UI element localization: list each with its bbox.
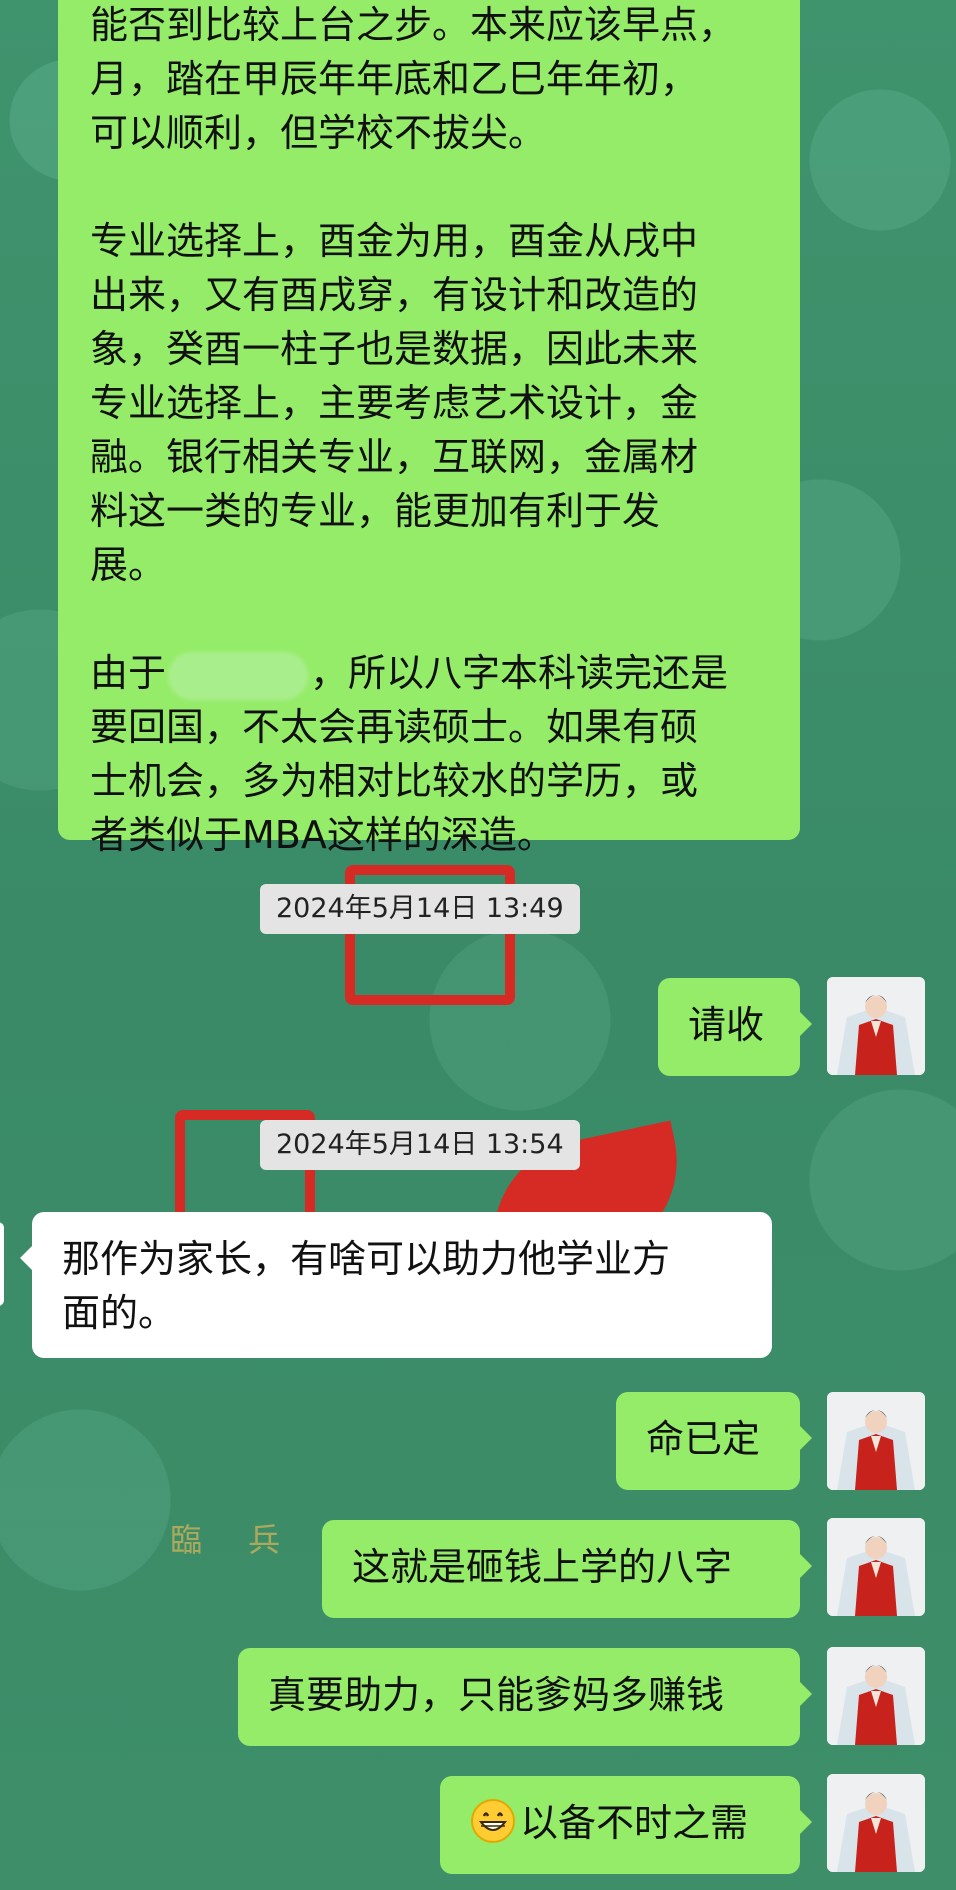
avatar[interactable] [827,1392,925,1490]
avatar[interactable] [827,1518,925,1616]
avatar-woman-icon [827,1774,925,1872]
message-text: 命已定 [646,1417,761,1461]
message-bubble-outgoing[interactable]: 真要助力，只能爹妈多赚钱 [238,1648,812,1746]
message-bubble-outgoing[interactable]: 这就是砸钱上学的八字 [322,1520,812,1618]
message-text: 由于 [90,651,167,695]
message-paragraph: 能否到比较上台之步。本来应该早点， 月，踏在甲辰年年底和乙巳年年初， 可以顺利，… [90,3,737,155]
grinning-face-emoji-icon [471,1799,515,1843]
avatar-woman-icon [827,1392,925,1490]
avatar-woman-icon [827,1518,925,1616]
message-text: 那作为家长，有啥可以助力他学业方 面的。 [62,1237,671,1335]
message-bubble-outgoing[interactable]: 请收 [658,978,812,1076]
timestamp: 2024年5月14日 13:49 [260,884,580,934]
message-text: 以备不时之需 [520,1801,749,1845]
message-bubble-outgoing[interactable]: 命已定 [616,1392,812,1490]
avatar[interactable] [827,1647,925,1745]
avatar-contact[interactable] [0,1222,4,1306]
timestamp: 2024年5月14日 13:54 [260,1120,580,1170]
message-bubble-outgoing[interactable]: 能否到比较上台之步。本来应该早点， 月，踏在甲辰年年底和乙巳年年初， 可以顺利，… [58,0,800,857]
message-text: 请收 [688,1003,765,1047]
avatar[interactable] [827,977,925,1075]
message-bubble-outgoing[interactable]: 以备不时之需 [440,1776,812,1874]
avatar-woman-icon [827,1647,925,1745]
avatar-woman-icon [827,977,925,1075]
message-bubble-incoming[interactable]: 那作为家长，有啥可以助力他学业方 面的。 [20,1212,772,1358]
redacted-text [168,651,309,700]
message-text: 这就是砸钱上学的八字 [352,1545,733,1589]
avatar[interactable] [827,1774,925,1872]
message-paragraph: 专业选择上，酉金为用，酉金从戌中 出来，又有酉戌穿，有设计和改造的 象，癸酉一柱… [90,219,699,587]
message-paragraph: 由于 ，所以八字本科读完还是 要回国，不太会再读硕士。如果有硕 士机会，多为相对比… [90,646,768,862]
message-text: 真要助力，只能爹妈多赚钱 [268,1673,725,1717]
